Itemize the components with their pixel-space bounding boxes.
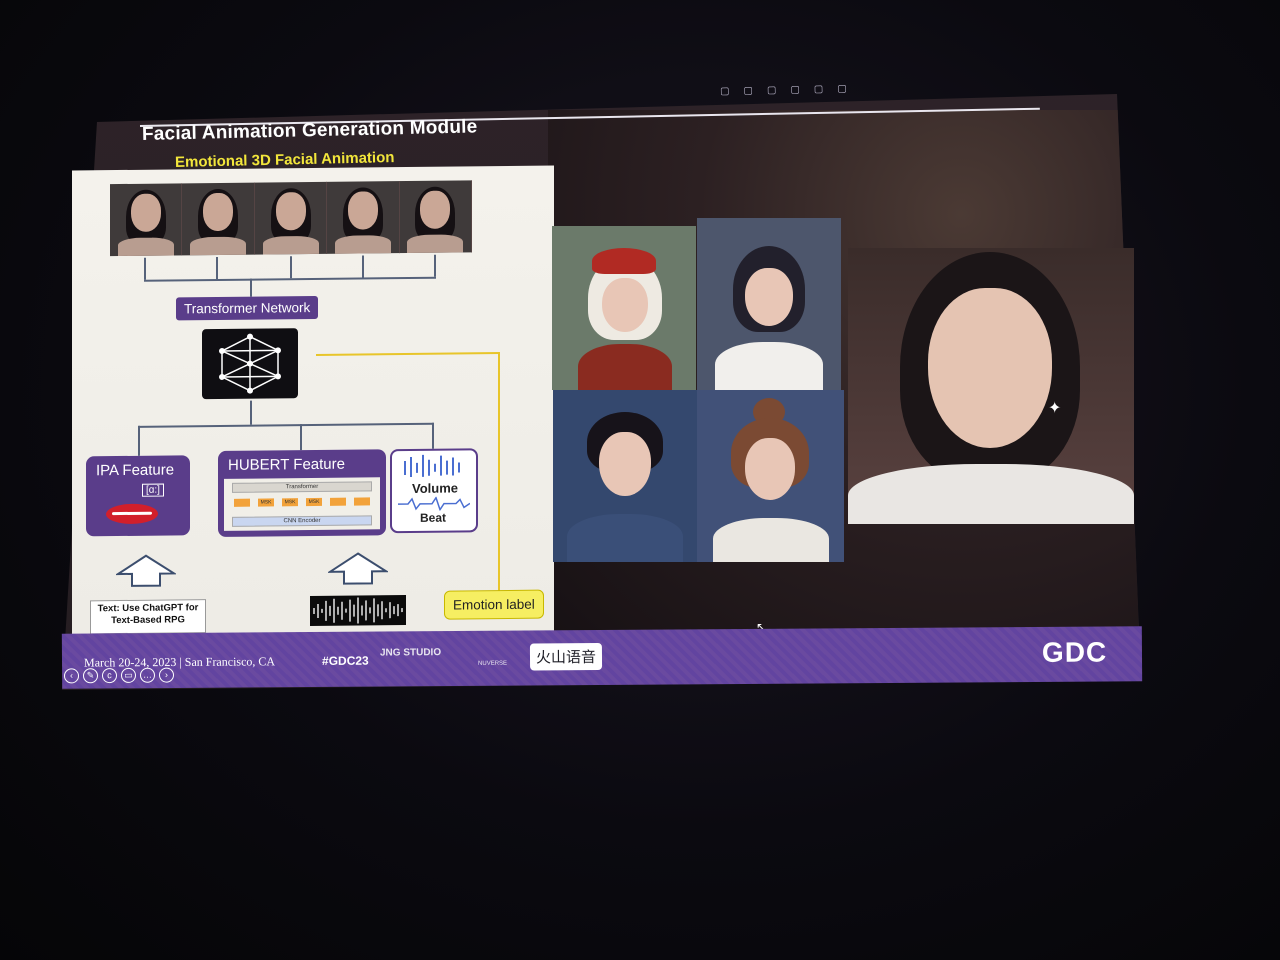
output-face-strip (110, 180, 473, 257)
ipa-feature-label: IPA Feature (96, 461, 175, 480)
connector-line (362, 255, 364, 278)
more-icon[interactable]: … (139, 667, 156, 683)
toolbar-icon: ▢ (743, 84, 754, 97)
transformer-network-label: Transformer Network (176, 295, 319, 321)
avatar-tile-brown-bun (697, 390, 844, 562)
mask-token (354, 497, 370, 506)
connector-line (144, 276, 436, 282)
hubert-architecture: Transformer MSK MSK MSK CNN Encoder (224, 477, 380, 531)
avatar-tile-red-hat (552, 226, 696, 390)
architecture-diagram: Transformer Network IPA Feature [ɑ:] HUB… (72, 165, 554, 637)
connector-line (138, 422, 434, 428)
mask-token (234, 498, 250, 507)
earring-icon: ✦ (1048, 400, 1062, 417)
volume-label: Volume (412, 480, 458, 496)
beat-wave-icon (398, 496, 470, 512)
emotion-connector (316, 352, 500, 356)
camera-icon[interactable]: ▭ (120, 667, 137, 683)
toolbar-icon: ▢ (813, 83, 824, 95)
connector-line (138, 425, 140, 456)
connector-line (432, 422, 434, 449)
gdc-logo: GDC (1041, 636, 1108, 668)
text-input-box: Text: Use ChatGPT for Text-Based RPG (90, 599, 206, 635)
connector-line (434, 254, 436, 277)
hubert-feature-label: HUBERT Feature (228, 455, 345, 474)
beat-label: Beat (420, 510, 447, 525)
nuverse-logo: NUVERSE (478, 660, 508, 667)
hashtag: #GDC23 (321, 653, 369, 668)
toolbar-icon: ▢ (790, 83, 800, 96)
emotion-label-box: Emotion label (444, 589, 544, 620)
face-frame (254, 181, 328, 255)
avatar-tile-short-hair (697, 218, 841, 390)
toolbar-icon: ▢ (766, 84, 777, 96)
face-frame (182, 182, 255, 256)
jng-studio-logo: JNG STUDIO (379, 647, 442, 659)
connector-line (300, 424, 302, 451)
pen-icon[interactable]: ✎ (82, 668, 99, 684)
ipa-feature-block: IPA Feature [ɑ:] (86, 455, 190, 537)
previous-slide-icon[interactable]: ‹ (63, 668, 80, 684)
up-arrow-icon (116, 554, 176, 587)
connector-line (290, 256, 292, 279)
connector-line (216, 256, 218, 280)
mask-token: MSK (306, 497, 322, 507)
hubert-transformer-row: Transformer (232, 481, 372, 493)
ipa-symbol: [ɑ:] (142, 483, 164, 497)
up-arrow-icon (328, 552, 388, 585)
audio-waveform (310, 595, 406, 627)
hubert-feature-block: HUBERT Feature Transformer MSK MSK MSK C… (218, 449, 386, 537)
neural-network-icon (202, 328, 298, 400)
avatar-tile-bun-hair (553, 390, 697, 562)
connector-line (144, 257, 146, 280)
connector-line (250, 400, 252, 425)
conference-footer: March 20-24, 2023 | San Francisco, CA #G… (61, 626, 1143, 689)
mask-token: MSK (282, 498, 298, 507)
lips-icon (106, 503, 158, 525)
slide-navigation: ‹ ✎ c ▭ … › (63, 667, 175, 684)
emotion-connector (498, 352, 500, 593)
toolbar-icon: ▢ (719, 85, 730, 97)
face-frame (327, 181, 400, 254)
next-slide-icon[interactable]: › (158, 667, 175, 683)
captions-icon[interactable]: c (101, 668, 118, 684)
face-frame (399, 180, 473, 254)
face-frame (110, 183, 183, 257)
mask-token (330, 497, 346, 506)
volume-beat-block: Volume Beat (390, 448, 478, 534)
avatar-realistic-portrait: ✦ (848, 248, 1134, 524)
hubert-cnn-encoder-row: CNN Encoder (232, 515, 372, 527)
toolbar-icon: ▢ (837, 82, 847, 95)
connector-line (250, 278, 252, 297)
volcano-voice-logo: 火山语音 (529, 643, 603, 671)
mask-token: MSK (258, 498, 274, 507)
